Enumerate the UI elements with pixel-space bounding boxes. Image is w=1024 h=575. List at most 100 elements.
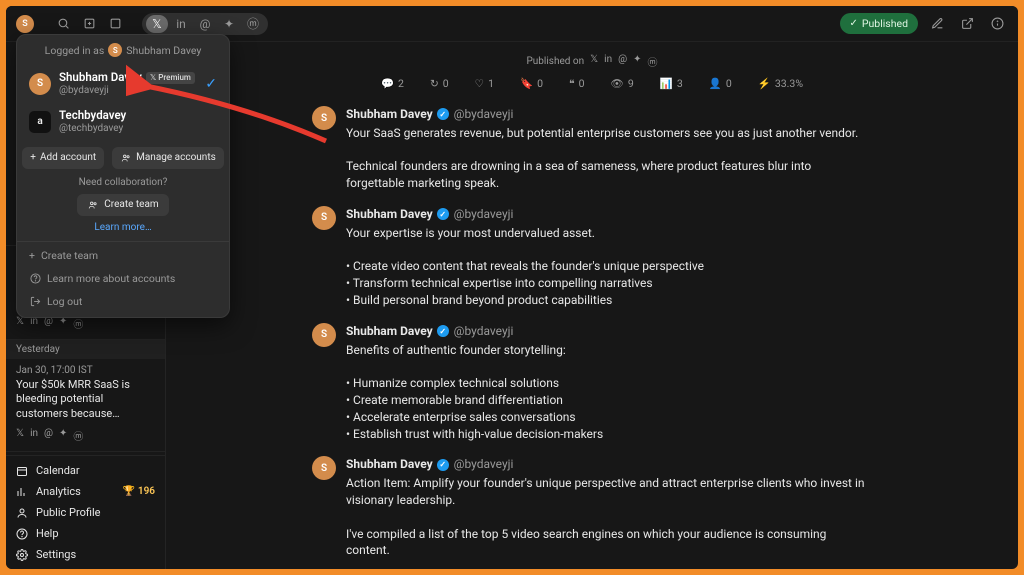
accounts-dropdown: Logged in as S Shubham Davey S Shubham D… <box>16 34 230 318</box>
analytics-badge: 🏆 196 <box>123 486 155 497</box>
author-handle: @bydaveyji <box>454 107 514 121</box>
post-detail: Published on 𝕏in@✦ⓜ 💬 2 ↻ 0 ♡ 1 🔖 0 ❝ 0 … <box>166 42 1018 569</box>
platform-bluesky[interactable]: ✦ <box>218 15 240 33</box>
account-option[interactable]: S Shubham Davey 𝕏 Premium @bydaveyji ✓ <box>17 65 229 103</box>
nav-help[interactable]: Help <box>6 523 165 544</box>
social-platform-tabs: 𝕏 in @ ✦ ⓜ <box>142 13 268 35</box>
stat-impressions: 📊 3 <box>660 77 683 90</box>
learn-more-link[interactable]: Learn more… <box>17 222 229 233</box>
post-title: Your $50k MRR SaaS is bleeding potential… <box>16 378 155 423</box>
published-platform-icons: 𝕏in@✦ⓜ <box>590 54 657 69</box>
published-badge: Published <box>840 13 919 34</box>
author-name: Shubham Davey <box>346 456 449 473</box>
collab-prompt: Need collaboration? <box>17 177 229 188</box>
selected-check-icon: ✓ <box>205 76 217 92</box>
nav-analytics[interactable]: Analytics 🏆 196 <box>6 481 165 502</box>
day-header: Yesterday <box>6 340 165 359</box>
account-handle: @techbydavey <box>59 123 217 135</box>
stat-quotes: ❝ 0 <box>569 77 585 90</box>
thread-post: S Shubham Davey @bydaveyji Your SaaS gen… <box>312 106 872 192</box>
logged-in-as-name: Shubham Davey <box>126 44 201 57</box>
search-icon[interactable] <box>52 13 74 35</box>
account-name: Techbydavey <box>59 109 126 123</box>
author-handle: @bydaveyji <box>454 457 514 471</box>
logout-icon <box>29 295 41 307</box>
account-option[interactable]: a Techbydavey @techbydavey <box>17 103 229 141</box>
platform-x[interactable]: 𝕏 <box>146 15 168 33</box>
plus-icon: + <box>29 249 35 262</box>
author-name: Shubham Davey <box>346 206 449 223</box>
nav-label: Public Profile <box>36 506 100 519</box>
author-name: Shubham Davey <box>346 106 449 123</box>
avatar: S <box>312 456 336 480</box>
archive-icon[interactable] <box>104 13 126 35</box>
post-stats: 💬 2 ↻ 0 ♡ 1 🔖 0 ❝ 0 👁 9 📊 3 👤 0 ⚡ 33.3% <box>206 77 978 90</box>
stat-people: 👤 0 <box>709 77 732 90</box>
logged-in-as: Logged in as S Shubham Davey <box>17 43 229 65</box>
verified-badge-icon <box>437 108 449 120</box>
logged-in-as-label: Logged in as <box>45 44 105 57</box>
post-meta: Jan 30, 17:00 IST <box>16 365 155 376</box>
nav-label: Calendar <box>36 464 80 477</box>
manage-accounts-button[interactable]: Manage accounts <box>112 147 224 169</box>
add-account-button[interactable]: + Add account <box>22 147 104 169</box>
published-label: Published <box>862 17 908 30</box>
link-label: Log out <box>47 295 82 308</box>
nav-settings[interactable]: Settings <box>6 544 165 565</box>
avatar: S <box>29 73 51 95</box>
post-list-item[interactable]: Jan 30, 17:00 IST Your $50k MRR SaaS is … <box>6 359 165 453</box>
help-icon <box>29 272 41 284</box>
users-icon <box>120 152 132 164</box>
info-icon[interactable] <box>986 13 1008 35</box>
open-external-icon[interactable] <box>956 13 978 35</box>
new-post-icon[interactable] <box>78 13 100 35</box>
stat-retweets: ↻ 0 <box>430 77 449 90</box>
edit-icon[interactable] <box>926 13 948 35</box>
premium-badge: 𝕏 Premium <box>146 72 195 84</box>
thread-post: S Shubham Davey @bydaveyji Benefits of a… <box>312 323 872 443</box>
avatar: a <box>29 111 51 133</box>
platform-mastodon[interactable]: ⓜ <box>242 15 264 33</box>
verified-badge-icon <box>437 459 449 471</box>
calendar-icon <box>16 465 28 477</box>
button-label: Add account <box>40 152 96 163</box>
create-team-button[interactable]: Create team <box>77 194 168 216</box>
profile-icon <box>16 507 28 519</box>
help-icon <box>16 528 28 540</box>
post-platform-icons: 𝕏in@✦ⓜ <box>16 316 155 331</box>
link-label: Learn more about accounts <box>47 272 175 285</box>
learn-accounts-link[interactable]: Learn more about accounts <box>17 267 229 290</box>
thread-post: S Shubham Davey @bydaveyji Action Item: … <box>312 456 872 569</box>
current-user-avatar[interactable]: S <box>16 15 34 33</box>
post-text: Action Item: Amplify your founder's uniq… <box>346 475 872 569</box>
stat-rate: ⚡ 33.3% <box>758 77 803 90</box>
author-handle: @bydaveyji <box>454 207 514 221</box>
nav-public-profile[interactable]: Public Profile <box>6 502 165 523</box>
stat-likes: ♡ 1 <box>475 77 494 90</box>
nav-label: Analytics <box>36 485 81 498</box>
avatar: S <box>312 206 336 230</box>
stat-replies: 💬 2 <box>381 77 404 90</box>
author-handle: @bydaveyji <box>454 324 514 338</box>
account-name: Shubham Davey <box>59 71 142 85</box>
plus-icon: + <box>30 152 36 163</box>
button-label: Manage accounts <box>136 152 216 163</box>
published-on-label: Published on <box>526 56 584 67</box>
platform-threads[interactable]: @ <box>194 15 216 33</box>
nav-calendar[interactable]: Calendar <box>6 460 165 481</box>
create-team-link[interactable]: + Create team <box>17 244 229 267</box>
stat-views: 👁 9 <box>611 77 634 90</box>
platform-linkedin[interactable]: in <box>170 15 192 33</box>
thread-post: S Shubham Davey @bydaveyji Your expertis… <box>312 206 872 309</box>
account-handle: @bydaveyji <box>59 85 197 97</box>
avatar: S <box>312 106 336 130</box>
log-out-link[interactable]: Log out <box>17 290 229 313</box>
stat-bookmarks: 🔖 0 <box>520 77 543 90</box>
avatar: S <box>312 323 336 347</box>
author-name: Shubham Davey <box>346 323 449 340</box>
gear-icon <box>16 549 28 561</box>
analytics-icon <box>16 486 28 498</box>
button-label: Create team <box>104 199 158 210</box>
verified-badge-icon <box>437 325 449 337</box>
nav-label: Settings <box>36 548 76 561</box>
